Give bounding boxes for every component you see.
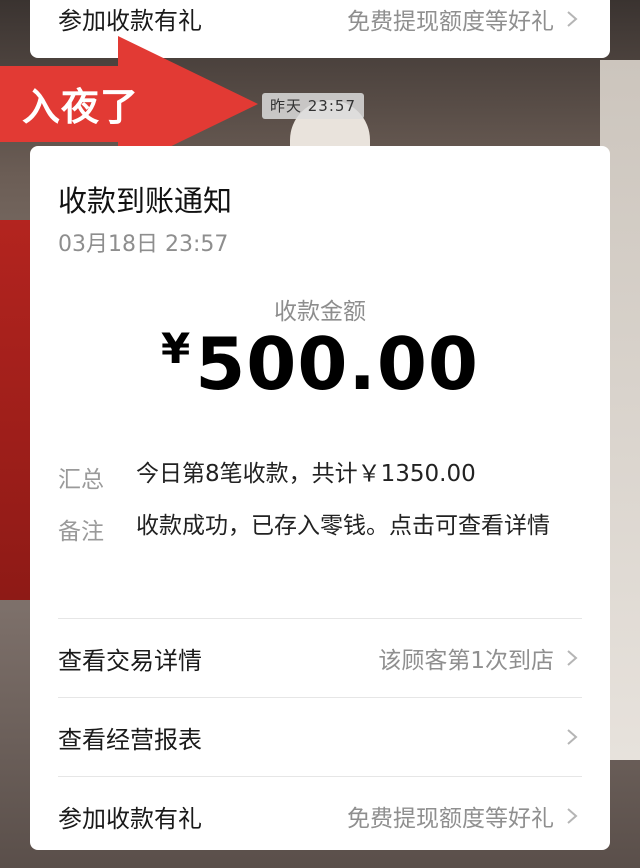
- amount-label: 收款金额: [274, 299, 366, 325]
- promo-row-value: 免费提现额度等好礼: [347, 9, 554, 35]
- note-row: 备注 收款成功，已存入零钱。点击可查看详情: [58, 512, 586, 547]
- amount-value-wrap: ¥500.00: [30, 322, 610, 406]
- payment-notice-card[interactable]: 收款到账通知 03月18日 23:57 收款金额 ¥500.00 汇总 今日第8…: [30, 146, 610, 850]
- chevron-right-icon: [567, 11, 578, 27]
- time-badge: 昨天 23:57: [262, 93, 364, 119]
- list-row-value: 该顾客第1次到店: [378, 648, 554, 674]
- chevron-right-icon: [567, 650, 578, 666]
- notice-title: 收款到账通知: [58, 184, 233, 218]
- view-report-row[interactable]: 查看经营报表: [58, 698, 582, 776]
- background-red-object: [0, 220, 34, 600]
- list-row-value: 免费提现额度等好礼: [347, 806, 554, 832]
- note-value: 收款成功，已存入零钱。点击可查看详情: [136, 513, 550, 539]
- summary-value: 今日第8笔收款，共计￥1350.00: [136, 461, 476, 487]
- chevron-right-icon: [567, 729, 578, 745]
- currency-symbol: ¥: [160, 324, 192, 373]
- list-row-right: 该顾客第1次到店: [378, 641, 582, 675]
- promo-row[interactable]: 参加收款有礼 免费提现额度等好礼: [58, 777, 582, 855]
- chevron-right-icon: [567, 808, 578, 824]
- notice-date: 03月18日 23:57: [58, 232, 229, 257]
- promo-row-right: 免费提现额度等好礼: [347, 2, 582, 36]
- note-key: 备注: [58, 519, 104, 545]
- view-transaction-row[interactable]: 查看交易详情 该顾客第1次到店: [58, 619, 582, 697]
- list-row-right: 免费提现额度等好礼: [347, 799, 582, 833]
- promo-row-label: 参加收款有礼: [58, 7, 202, 35]
- list-row-label: 查看经营报表: [58, 725, 202, 754]
- summary-key: 汇总: [58, 467, 104, 493]
- list-row-right: [554, 727, 582, 747]
- summary-row: 汇总 今日第8笔收款，共计￥1350.00: [58, 460, 586, 495]
- arrow-banner-text: 入夜了: [22, 85, 140, 129]
- amount-value: 500.00: [195, 322, 480, 406]
- list-row-label: 查看交易详情: [58, 646, 202, 675]
- list-row-label: 参加收款有礼: [58, 804, 202, 833]
